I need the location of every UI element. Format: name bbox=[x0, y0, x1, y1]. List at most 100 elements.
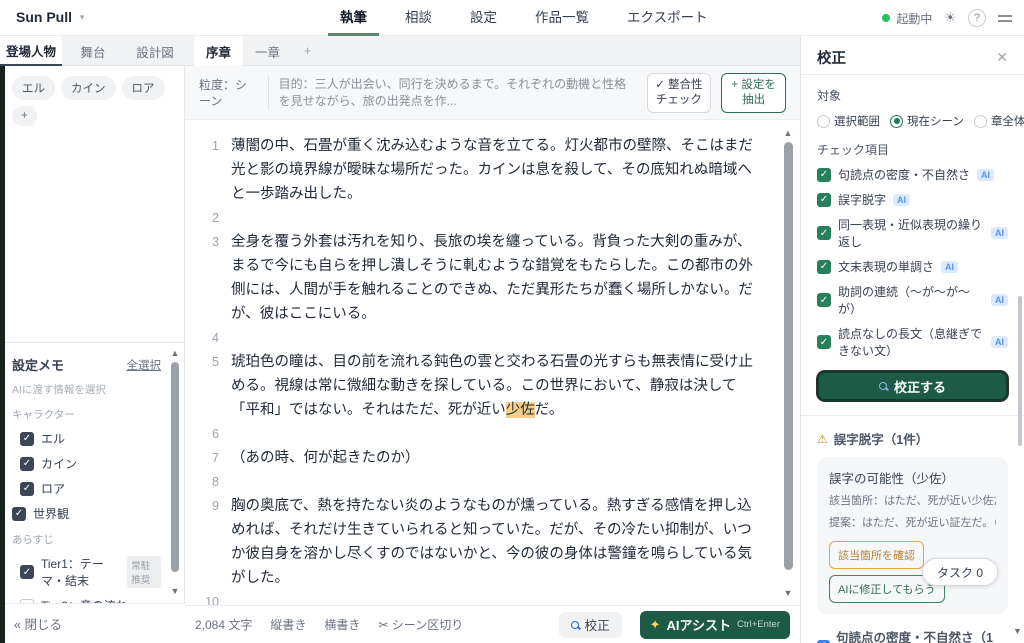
checkbox-checked-icon bbox=[20, 456, 34, 471]
check-repeated-expressions[interactable]: 同一表現・近似表現の繰り返し AI bbox=[817, 216, 1008, 250]
menu-icon[interactable] bbox=[998, 14, 1012, 22]
consistency-check-button[interactable]: ✓ 整合性チェック bbox=[646, 72, 712, 113]
memo-check-roa[interactable]: ロア bbox=[20, 480, 161, 497]
memo-title: 設定メモ bbox=[12, 358, 65, 373]
proof-panel-title: 校正 bbox=[817, 50, 846, 67]
scroll-up-icon[interactable]: ▲ bbox=[782, 128, 794, 138]
punctuation-result-heading: i 句読点の密度・不自然さ（1件） bbox=[817, 627, 1008, 643]
line-text: 全身を覆う外套は汚れを知り、長旅の埃を纏っている。背負った大剣の重みが、まるで今… bbox=[231, 234, 753, 322]
scroll-up-icon[interactable]: ▲ bbox=[170, 348, 180, 358]
checkbox-checked-icon bbox=[20, 565, 34, 579]
synopsis-group-label: あらすじ bbox=[12, 534, 54, 546]
vertical-writing-toggle[interactable]: 縦書き bbox=[270, 616, 306, 633]
brightness-icon[interactable]: ☀ bbox=[944, 10, 956, 26]
character-chip[interactable]: カイン bbox=[61, 76, 116, 100]
memo-check-label: Tier1：テーマ・結末 bbox=[41, 557, 104, 588]
nav-consult[interactable]: 相談 bbox=[401, 0, 436, 36]
app-title-menu[interactable]: Sun Pull ▾ bbox=[16, 9, 84, 25]
character-chip[interactable]: ロア bbox=[121, 76, 165, 100]
result-heading-label: 誤字脱字（1件） bbox=[833, 433, 929, 447]
sparkle-icon: ✦ bbox=[649, 616, 661, 632]
status-dot-icon bbox=[882, 14, 891, 22]
magnifier-icon bbox=[878, 382, 887, 390]
radio-selected-icon bbox=[890, 114, 903, 128]
scrollbar-thumb[interactable] bbox=[784, 142, 793, 570]
window-left-edge bbox=[0, 66, 5, 643]
task-counter-pill[interactable]: タスク 0 bbox=[921, 558, 998, 586]
radio-label: 現在シーン bbox=[907, 116, 964, 128]
target-label: 対象 bbox=[817, 89, 842, 103]
editor-scrollbar[interactable]: ▲ ▼ bbox=[782, 128, 794, 598]
check-punctuation-density[interactable]: 句読点の密度・不自然さ AI bbox=[817, 166, 1008, 183]
line-number: 3 bbox=[212, 235, 219, 249]
horizontal-writing-toggle[interactable]: 横書き bbox=[324, 616, 360, 633]
nav-settings[interactable]: 設定 bbox=[466, 0, 501, 36]
scrollbar-thumb[interactable] bbox=[1018, 296, 1022, 446]
nav-export[interactable]: エクスポート bbox=[623, 0, 712, 36]
radio-current-scene[interactable]: 現在シーン bbox=[890, 113, 964, 129]
sidebar-tab-characters[interactable]: 登場人物 bbox=[0, 36, 62, 66]
radio-whole-chapter[interactable]: 章全体 bbox=[973, 113, 1024, 129]
memo-check-tier1[interactable]: Tier1：テーマ・結末 常駐推奨 bbox=[20, 555, 161, 589]
manuscript-textarea[interactable]: 1 薄闇の中、石畳が重く沈み込むような音を立てる。灯火都市の壁際、そこはまだ光と影… bbox=[185, 120, 800, 605]
typo-result-card: 誤字の可能性（少佐） 該当箇所：はただ、死が近い少佐だ。（あの時 提案：はただ、… bbox=[817, 457, 1008, 614]
scene-break-button[interactable]: ✂ シーン区切り bbox=[378, 616, 463, 633]
check-location-button[interactable]: 該当箇所を確認 bbox=[829, 541, 924, 569]
text-line: 2 bbox=[197, 206, 754, 230]
checkbox-checked-icon bbox=[817, 335, 831, 349]
add-tab-button[interactable]: + bbox=[292, 36, 323, 66]
collapse-sidebar-button[interactable]: « 閉じる bbox=[14, 614, 62, 633]
ai-assist-button[interactable]: ✦ AIアシスト Ctrl+Enter bbox=[639, 610, 790, 639]
memo-scrollbar[interactable]: ▲ ▼ bbox=[170, 348, 180, 596]
scroll-down-icon[interactable]: ▼ bbox=[1013, 626, 1022, 636]
nav-works[interactable]: 作品一覧 bbox=[531, 0, 593, 36]
help-icon[interactable]: ? bbox=[968, 9, 986, 27]
text-line: 7 （あの時、何が起きたのか） bbox=[197, 446, 754, 470]
memo-check-kain[interactable]: カイン bbox=[20, 455, 161, 472]
editor-tab-prologue[interactable]: 序章 bbox=[194, 36, 244, 66]
line-number: 7 bbox=[212, 451, 219, 465]
radio-selection-range[interactable]: 選択範囲 bbox=[817, 113, 880, 129]
line-text bbox=[231, 590, 754, 605]
check-typos[interactable]: 誤字脱字 AI bbox=[817, 191, 1008, 208]
scrollbar-thumb[interactable] bbox=[171, 362, 179, 572]
nav-write[interactable]: 執筆 bbox=[328, 0, 379, 36]
text-line: 3 全身を覆う外套は汚れを知り、長旅の埃を纏っている。背負った大剣の重みが、まるで… bbox=[197, 230, 754, 326]
close-icon[interactable]: ✕ bbox=[996, 49, 1008, 66]
checkbox-checked-icon bbox=[817, 293, 831, 307]
proofread-label: 校正 bbox=[584, 619, 610, 633]
memo-check-worldview[interactable]: 世界観 bbox=[12, 505, 161, 522]
ai-badge: AI bbox=[991, 227, 1008, 239]
typo-card-title: 誤字の可能性（少佐） bbox=[829, 472, 955, 486]
sidebar-tab-blueprint[interactable]: 設計図 bbox=[124, 36, 186, 66]
editor-region: 粒度：シーン 目的：三人が出会い、同行を決めるまで。それぞれの動機と性格を見せな… bbox=[185, 66, 800, 643]
line-text bbox=[231, 206, 754, 230]
editor-tab-chapter1[interactable]: 一章 bbox=[243, 36, 292, 66]
main-nav: 執筆 相談 設定 作品一覧 エクスポート bbox=[328, 0, 712, 36]
check-monotonous-endings[interactable]: 文末表現の単調さ AI bbox=[817, 258, 1008, 275]
typo-highlight[interactable]: 少佐 bbox=[505, 402, 535, 418]
checkbox-checked-icon bbox=[817, 226, 831, 240]
memo-check-el[interactable]: エル bbox=[20, 430, 161, 447]
scroll-down-icon[interactable]: ▼ bbox=[782, 588, 794, 598]
tab-strip: 登場人物 舞台 設計図 序章 一章 + bbox=[0, 36, 800, 66]
select-all-link[interactable]: 全選択 bbox=[127, 357, 162, 373]
check-label: 読点なしの長文（息継ぎできない文） bbox=[838, 327, 983, 358]
extract-settings-button[interactable]: + 設定を抽出 bbox=[721, 72, 787, 113]
magnifier-icon bbox=[570, 620, 579, 629]
line-text bbox=[231, 326, 754, 350]
line-text: 胸の奥底で、熱を持たない炎のようなものが燻っている。熱すぎる感情を押し込めれば、… bbox=[231, 498, 752, 586]
app-title: Sun Pull bbox=[16, 9, 72, 25]
checkbox-checked-icon bbox=[817, 259, 831, 274]
run-proofread-button[interactable]: 校正する bbox=[817, 371, 1008, 401]
add-character-button[interactable]: + bbox=[12, 106, 37, 126]
proof-scrollbar[interactable]: ▼ bbox=[1013, 296, 1023, 636]
scroll-down-icon[interactable]: ▼ bbox=[170, 586, 180, 596]
proofread-button[interactable]: 校正 bbox=[558, 611, 622, 638]
check-particle-repetition[interactable]: 助詞の連続（～が～が～が） AI bbox=[817, 283, 1008, 317]
line-number: 4 bbox=[212, 331, 219, 345]
check-long-sentences[interactable]: 読点なしの長文（息継ぎできない文） AI bbox=[817, 325, 1008, 359]
sidebar-tab-stage[interactable]: 舞台 bbox=[62, 36, 124, 66]
character-chip[interactable]: エル bbox=[12, 76, 55, 100]
checkbox-checked-icon bbox=[12, 506, 26, 521]
